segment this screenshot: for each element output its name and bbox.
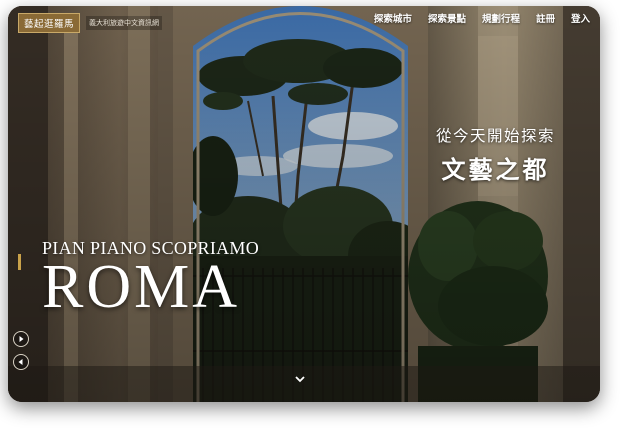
main-nav: 探索城市 探索景點 規劃行程 註冊 登入 [374, 11, 590, 25]
nav-login[interactable]: 登入 [571, 11, 590, 25]
previous-icon[interactable] [13, 354, 29, 370]
chevron-down-glyph [295, 376, 305, 383]
hero-section: 藝起逛羅馬 義大利旅遊中文資訊網 探索城市 探索景點 規劃行程 註冊 登入 從今… [8, 6, 600, 402]
chevron-down-icon[interactable] [294, 370, 306, 383]
previous-icon-glyph [18, 359, 23, 365]
hero-title: ROMA [42, 253, 241, 321]
play-icon-glyph [19, 336, 24, 342]
brand-tagline: 義大利旅遊中文資訊網 [86, 16, 163, 30]
nav-explore-cities[interactable]: 探索城市 [374, 11, 412, 25]
brand-name: 藝起逛羅馬 [18, 13, 81, 33]
hero-slogan: 從今天開始探索 文藝之都 [436, 124, 555, 185]
nav-explore-attractions[interactable]: 探索景點 [428, 11, 466, 25]
slogan-line-1: 從今天開始探索 [435, 127, 555, 145]
brand-logo[interactable]: 藝起逛羅馬 義大利旅遊中文資訊網 [18, 13, 163, 33]
hero-background-image [8, 6, 600, 402]
slide-indicator [18, 254, 21, 270]
slogan-line-2: 文藝之都 [441, 155, 550, 184]
nav-register[interactable]: 註冊 [536, 11, 555, 25]
play-icon[interactable] [13, 331, 29, 347]
nav-plan-itinerary[interactable]: 規劃行程 [482, 11, 520, 25]
